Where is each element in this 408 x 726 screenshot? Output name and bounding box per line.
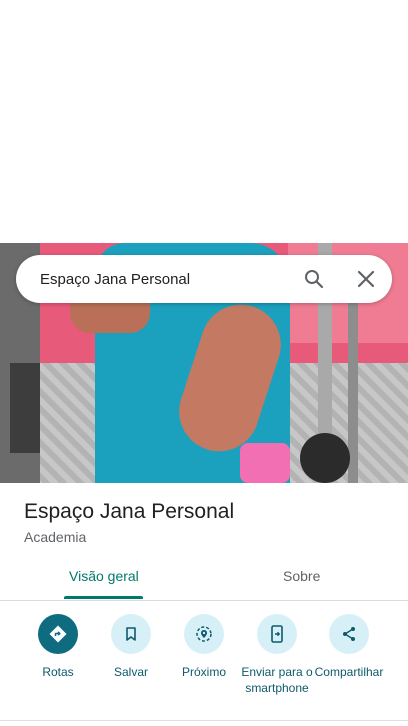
- tab-overview[interactable]: Visão geral: [69, 568, 139, 584]
- blank-area: [0, 0, 408, 243]
- bottom-divider: [0, 720, 408, 721]
- tab-about[interactable]: Sobre: [283, 568, 320, 584]
- directions-icon: [38, 614, 78, 654]
- search-icon[interactable]: [304, 269, 324, 289]
- share-button[interactable]: Compartilhar: [313, 612, 385, 680]
- nearby-button[interactable]: Próximo: [168, 612, 240, 680]
- send-to-phone-label: Enviar para o smartphone: [241, 665, 313, 695]
- search-bar[interactable]: Espaço Jana Personal: [16, 255, 392, 303]
- photo-person-shorts: [240, 443, 290, 483]
- close-icon[interactable]: [356, 269, 376, 289]
- save-label: Salvar: [113, 665, 148, 679]
- photo-weight-plate: [300, 433, 350, 483]
- photo-rack-dark: [10, 363, 40, 453]
- active-tab-indicator: [64, 596, 143, 599]
- search-input[interactable]: Espaço Jana Personal: [40, 271, 392, 288]
- save-button[interactable]: Salvar: [95, 612, 167, 680]
- share-label: Compartilhar: [314, 665, 384, 679]
- nearby-icon: [184, 614, 224, 654]
- send-to-phone-button[interactable]: Enviar para o smartphone: [241, 612, 313, 696]
- tab-bar: Visão geral Sobre: [0, 556, 408, 601]
- send-to-phone-icon: [257, 614, 297, 654]
- place-title: Espaço Jana Personal: [24, 500, 235, 523]
- action-buttons: Rotas Salvar Próximo Enviar para o smart…: [0, 612, 408, 712]
- share-icon: [329, 614, 369, 654]
- bookmark-icon: [111, 614, 151, 654]
- place-category: Academia: [24, 529, 87, 545]
- directions-label: Rotas: [42, 665, 74, 679]
- directions-button[interactable]: Rotas: [22, 612, 94, 680]
- nearby-label: Próximo: [181, 665, 226, 679]
